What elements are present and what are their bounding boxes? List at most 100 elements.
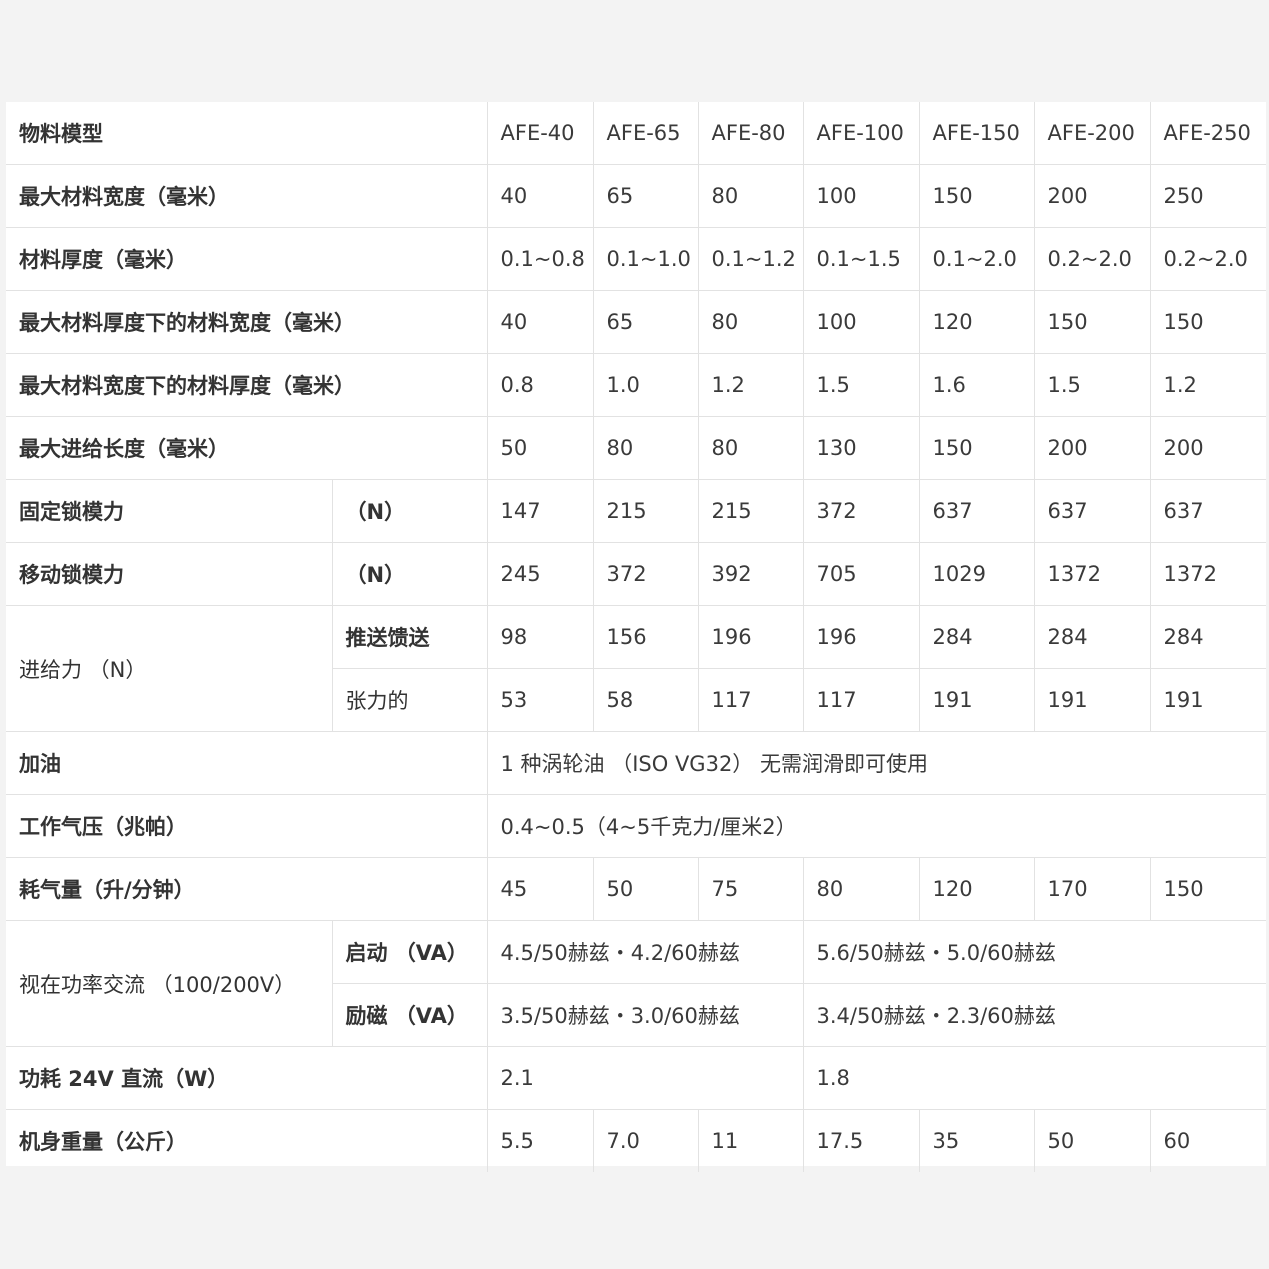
table-cell: 7.0 — [592, 1109, 699, 1172]
table-cell: 392 — [697, 542, 804, 606]
table-cell: 147 — [486, 479, 594, 543]
row-sublabel-tension: 张力的 — [332, 668, 488, 732]
table-cell: 1372 — [1149, 542, 1266, 606]
table-cell: 215 — [592, 479, 699, 543]
row-label-weight: 机身重量（公斤） — [6, 1109, 488, 1172]
table-cell: 150 — [1149, 290, 1266, 354]
table-cell: 80 — [592, 416, 699, 480]
table-cell: 150 — [1033, 290, 1151, 354]
table-cell: 5.6/50赫兹・5.0/60赫兹 — [802, 920, 1266, 984]
table-cell: 284 — [918, 605, 1035, 669]
row-label-thickness: 材料厚度（毫米） — [6, 227, 488, 291]
table-cell: 50 — [1033, 1109, 1151, 1172]
table-cell: 3.4/50赫兹・2.3/60赫兹 — [802, 983, 1266, 1047]
model-header: AFE-80 — [697, 102, 804, 165]
table-cell: 0.1~0.8 — [486, 227, 594, 291]
table-cell: 100 — [802, 290, 920, 354]
table-cell: 0.1~1.2 — [697, 227, 804, 291]
table-row-air-consumption: 耗气量（升/分钟） 45 50 75 80 120 170 150 — [6, 857, 1266, 921]
row-label-air-consumption: 耗气量（升/分钟） — [6, 857, 488, 921]
table-cell: 0.2~2.0 — [1149, 227, 1266, 291]
table-cell: 58 — [592, 668, 699, 732]
table-cell: 0.8 — [486, 353, 594, 417]
row-label-lubrication: 加油 — [6, 731, 488, 795]
row-label-width-at-max-thickness: 最大材料厚度下的材料宽度（毫米） — [6, 290, 488, 354]
table-cell: 637 — [1149, 479, 1266, 543]
table-cell: 637 — [918, 479, 1035, 543]
table-row-working-pressure: 工作气压（兆帕） 0.4~0.5（4~5千克力/厘米2） — [6, 794, 1266, 858]
table-row-feed-push: 进给力 （N） 推送馈送 98 156 196 196 284 284 284 — [6, 605, 1266, 732]
table-cell: 372 — [802, 479, 920, 543]
table-cell: 150 — [918, 164, 1035, 228]
row-sublabel-push: 推送馈送 — [331, 605, 488, 669]
table-cell: 1029 — [918, 542, 1035, 606]
table-cell: 130 — [802, 416, 920, 480]
table-row-thickness: 材料厚度（毫米） 0.1~0.8 0.1~1.0 0.1~1.2 0.1~1.5… — [6, 227, 1266, 291]
table-cell: 284 — [1033, 605, 1151, 669]
row-label-thickness-at-max-width: 最大材料宽度下的材料厚度（毫米） — [6, 353, 488, 417]
table-cell: 120 — [918, 857, 1035, 921]
table-cell: 11 — [697, 1109, 804, 1172]
table-cell: 1.2 — [1149, 353, 1266, 417]
spec-table: 物料模型 AFE-40 AFE-65 AFE-80 AFE-100 AFE-15… — [6, 102, 1266, 1172]
table-cell: 80 — [697, 290, 804, 354]
table-cell: 0.4~0.5（4~5千克力/厘米2） — [486, 794, 1266, 858]
table-cell: 150 — [1149, 857, 1266, 921]
table-cell: 100 — [802, 164, 920, 228]
table-cell: 245 — [486, 542, 594, 606]
row-label-moving-clamp: 移动锁模力 — [6, 542, 333, 606]
row-label-feed-length: 最大进给长度（毫米） — [6, 416, 488, 480]
table-cell: 250 — [1149, 164, 1266, 228]
table-row-lubrication: 加油 1 种涡轮油 （ISO VG32） 无需润滑即可使用 — [6, 731, 1266, 795]
table-cell: 50 — [486, 416, 594, 480]
table-cell: 191 — [1149, 668, 1266, 732]
table-cell: 215 — [697, 479, 804, 543]
row-label-power-consumption: 功耗 24V 直流（W） — [6, 1046, 488, 1110]
model-header: AFE-250 — [1149, 102, 1266, 165]
table-row-max-width: 最大材料宽度（毫米） 40 65 80 100 150 200 250 — [6, 164, 1266, 228]
row-label-fixed-clamp: 固定锁模力 — [6, 479, 333, 543]
table-cell: 117 — [697, 668, 804, 732]
table-cell: 4.5/50赫兹・4.2/60赫兹 — [486, 920, 804, 984]
row-label-model: 物料模型 — [6, 102, 488, 165]
table-cell: 17.5 — [802, 1109, 920, 1172]
model-header: AFE-65 — [592, 102, 699, 165]
table-cell: 50 — [592, 857, 699, 921]
row-unit-moving-clamp: （N） — [331, 542, 488, 606]
model-header: AFE-150 — [918, 102, 1035, 165]
table-cell: 120 — [918, 290, 1035, 354]
table-row-thickness-at-max-width: 最大材料宽度下的材料厚度（毫米） 0.8 1.0 1.2 1.5 1.6 1.5… — [6, 353, 1266, 417]
table-cell: 80 — [802, 857, 920, 921]
table-cell: 80 — [697, 416, 804, 480]
table-cell: 191 — [1033, 668, 1151, 732]
table-cell: 98 — [486, 605, 594, 669]
table-cell: 196 — [697, 605, 804, 669]
table-cell: 0.1~1.0 — [592, 227, 699, 291]
row-sublabel-excite: 励磁 （VA） — [332, 983, 488, 1047]
row-unit-fixed-clamp: （N） — [331, 479, 488, 543]
table-cell: 1.0 — [592, 353, 699, 417]
row-label-feed-force: 进给力 （N） — [6, 605, 333, 732]
model-header: AFE-40 — [486, 102, 594, 165]
table-cell: 200 — [1033, 416, 1151, 480]
table-row-feed-length: 最大进给长度（毫米） 50 80 80 130 150 200 200 — [6, 416, 1266, 480]
table-cell: 80 — [697, 164, 804, 228]
table-cell: 1.2 — [697, 353, 804, 417]
row-label-apparent-power: 视在功率交流 （100/200V） — [6, 920, 333, 1047]
table-cell: 637 — [1033, 479, 1151, 543]
table-cell: 200 — [1149, 416, 1266, 480]
table-cell: 1.5 — [802, 353, 920, 417]
table-cell: 150 — [918, 416, 1035, 480]
table-row-apparent-power-start: 视在功率交流 （100/200V） 启动 （VA） 4.5/50赫兹・4.2/6… — [6, 920, 1266, 1047]
table-cell: 2.1 — [486, 1046, 804, 1110]
spec-table-container: 物料模型 AFE-40 AFE-65 AFE-80 AFE-100 AFE-15… — [6, 102, 1266, 1172]
table-row-power-consumption: 功耗 24V 直流（W） 2.1 1.8 — [6, 1046, 1266, 1110]
table-cell: 0.1~2.0 — [918, 227, 1035, 291]
row-sublabel-start: 启动 （VA） — [331, 920, 488, 984]
table-cell: 1.8 — [802, 1046, 1266, 1110]
table-cell: 372 — [592, 542, 699, 606]
table-cell: 284 — [1149, 605, 1266, 669]
table-cell: 53 — [486, 668, 594, 732]
table-cell: 0.1~1.5 — [802, 227, 920, 291]
table-cell: 1.6 — [918, 353, 1035, 417]
